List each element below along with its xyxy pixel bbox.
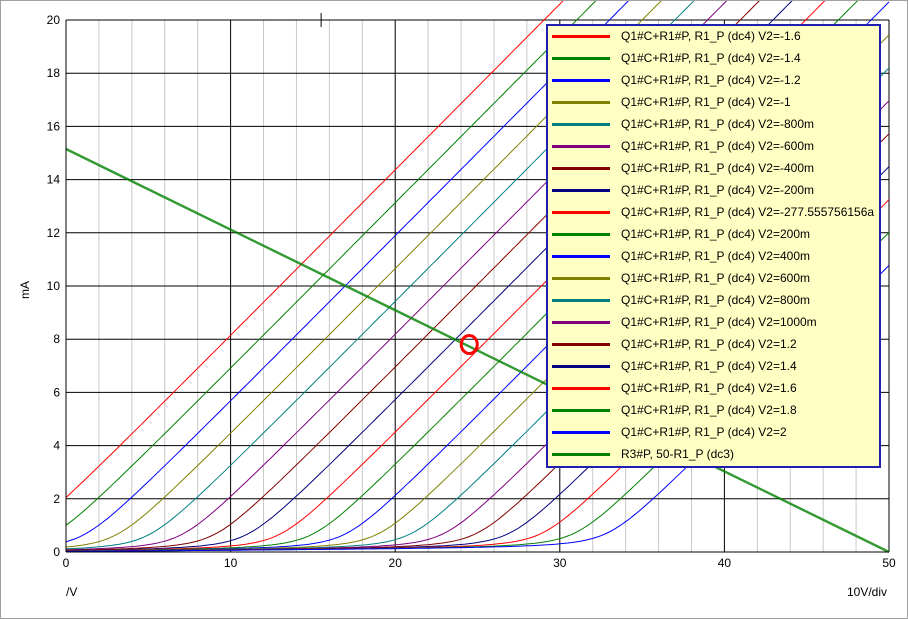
- x-tick-label: 30: [553, 556, 567, 570]
- plot-window: 0 10 20 30 40 50 0 2 4 6 8 10 12 14 16 18 20 mA /V 10V/…: [0, 0, 908, 619]
- legend-label: Q1#C+R1#P, R1_P (dc4) V2=2: [621, 425, 787, 439]
- legend-item[interactable]: Q1#C+R1#P, R1_P (dc4) V2=1.4: [548, 356, 879, 378]
- legend-item[interactable]: R3#P, 50-R1_P (dc3): [548, 444, 879, 466]
- x-tick-label: 20: [389, 556, 403, 570]
- legend-label: Q1#C+R1#P, R1_P (dc4) V2=800m: [621, 293, 811, 307]
- legend-swatch: [552, 387, 610, 390]
- legend-swatch: [552, 277, 610, 280]
- legend-item[interactable]: Q1#C+R1#P, R1_P (dc4) V2=1.8: [548, 400, 879, 422]
- legend-swatch: [552, 123, 610, 126]
- legend-item[interactable]: Q1#C+R1#P, R1_P (dc4) V2=-1.4: [548, 48, 879, 70]
- x-tick-label: 50: [882, 556, 896, 570]
- legend-item[interactable]: Q1#C+R1#P, R1_P (dc4) V2=1.2: [548, 334, 879, 356]
- x-tick-label: 10: [224, 556, 238, 570]
- y-tick-label: 2: [53, 492, 60, 506]
- legend-label: Q1#C+R1#P, R1_P (dc4) V2=-400m: [621, 161, 815, 175]
- legend-item[interactable]: Q1#C+R1#P, R1_P (dc4) V2=-1: [548, 92, 879, 114]
- legend[interactable]: Q1#C+R1#P, R1_P (dc4) V2=-1.6 Q1#C+R1#P, …: [546, 24, 881, 468]
- legend-label: Q1#C+R1#P, R1_P (dc4) V2=200m: [621, 227, 811, 241]
- legend-item[interactable]: Q1#C+R1#P, R1_P (dc4) V2=-1.6: [548, 26, 879, 48]
- legend-swatch: [552, 233, 610, 236]
- legend-swatch: [552, 145, 610, 148]
- legend-swatch: [552, 453, 610, 456]
- legend-swatch: [552, 343, 610, 346]
- legend-label: Q1#C+R1#P, R1_P (dc4) V2=-800m: [621, 117, 815, 131]
- legend-label: Q1#C+R1#P, R1_P (dc4) V2=-200m: [621, 183, 815, 197]
- y-tick-label: 8: [53, 332, 60, 346]
- legend-item[interactable]: Q1#C+R1#P, R1_P (dc4) V2=1000m: [548, 312, 879, 334]
- legend-swatch: [552, 365, 610, 368]
- legend-swatch: [552, 211, 610, 214]
- x-tick-labels: 0 10 20 30 40 50: [63, 556, 896, 570]
- legend-item[interactable]: Q1#C+R1#P, R1_P (dc4) V2=-277.555756156a: [548, 202, 879, 224]
- y-tick-label: 18: [47, 66, 61, 80]
- y-tick-label: 20: [47, 13, 61, 27]
- legend-swatch: [552, 409, 610, 412]
- legend-label: Q1#C+R1#P, R1_P (dc4) V2=600m: [621, 271, 811, 285]
- legend-item[interactable]: Q1#C+R1#P, R1_P (dc4) V2=200m: [548, 224, 879, 246]
- legend-item[interactable]: Q1#C+R1#P, R1_P (dc4) V2=1.6: [548, 378, 879, 400]
- legend-label: Q1#C+R1#P, R1_P (dc4) V2=-1.6: [621, 29, 801, 43]
- y-tick-labels: 0 2 4 6 8 10 12 14 16 18 20: [47, 13, 61, 559]
- legend-item[interactable]: Q1#C+R1#P, R1_P (dc4) V2=-200m: [548, 180, 879, 202]
- legend-label: Q1#C+R1#P, R1_P (dc4) V2=-600m: [621, 139, 815, 153]
- legend-item[interactable]: Q1#C+R1#P, R1_P (dc4) V2=-400m: [548, 158, 879, 180]
- legend-label: Q1#C+R1#P, R1_P (dc4) V2=1.6: [621, 381, 797, 395]
- legend-swatch: [552, 101, 610, 104]
- y-tick-label: 16: [47, 119, 61, 133]
- y-tick-label: 12: [47, 226, 61, 240]
- y-axis-label: mA: [18, 281, 32, 299]
- y-tick-label: 14: [47, 173, 61, 187]
- legend-item[interactable]: Q1#C+R1#P, R1_P (dc4) V2=-1.2: [548, 70, 879, 92]
- legend-item[interactable]: Q1#C+R1#P, R1_P (dc4) V2=-800m: [548, 114, 879, 136]
- legend-swatch: [552, 299, 610, 302]
- legend-swatch: [552, 79, 610, 82]
- legend-item[interactable]: Q1#C+R1#P, R1_P (dc4) V2=400m: [548, 246, 879, 268]
- y-tick-label: 6: [53, 385, 60, 399]
- cursor-crosshair[interactable]: [314, 13, 329, 27]
- legend-item[interactable]: Q1#C+R1#P, R1_P (dc4) V2=-600m: [548, 136, 879, 158]
- legend-swatch: [552, 255, 610, 258]
- legend-swatch: [552, 57, 610, 60]
- legend-item[interactable]: Q1#C+R1#P, R1_P (dc4) V2=600m: [548, 268, 879, 290]
- legend-swatch: [552, 35, 610, 38]
- y-tick-label: 4: [53, 439, 60, 453]
- legend-label: Q1#C+R1#P, R1_P (dc4) V2=-1.2: [621, 73, 801, 87]
- legend-label: Q1#C+R1#P, R1_P (dc4) V2=1000m: [621, 315, 817, 329]
- y-tick-label: 10: [47, 279, 61, 293]
- legend-label: Q1#C+R1#P, R1_P (dc4) V2=-1.4: [621, 51, 801, 65]
- legend-label: R3#P, 50-R1_P (dc3): [621, 447, 734, 461]
- legend-label: Q1#C+R1#P, R1_P (dc4) V2=1.2: [621, 337, 797, 351]
- y-tick-label: 0: [53, 545, 60, 559]
- legend-label: Q1#C+R1#P, R1_P (dc4) V2=1.4: [621, 359, 797, 373]
- x-tick-label: 40: [718, 556, 732, 570]
- legend-item[interactable]: Q1#C+R1#P, R1_P (dc4) V2=2: [548, 422, 879, 444]
- legend-label: Q1#C+R1#P, R1_P (dc4) V2=400m: [621, 249, 811, 263]
- x-axis-unit-label: /V: [66, 585, 78, 599]
- x-axis-scale-label: 10V/div: [847, 585, 888, 599]
- legend-swatch: [552, 321, 610, 324]
- legend-swatch: [552, 189, 610, 192]
- legend-swatch: [552, 167, 610, 170]
- legend-label: Q1#C+R1#P, R1_P (dc4) V2=-1: [621, 95, 791, 109]
- legend-label: Q1#C+R1#P, R1_P (dc4) V2=-277.555756156a: [621, 205, 875, 219]
- legend-label: Q1#C+R1#P, R1_P (dc4) V2=1.8: [621, 403, 797, 417]
- legend-swatch: [552, 431, 610, 434]
- legend-item[interactable]: Q1#C+R1#P, R1_P (dc4) V2=800m: [548, 290, 879, 312]
- x-tick-label: 0: [63, 556, 70, 570]
